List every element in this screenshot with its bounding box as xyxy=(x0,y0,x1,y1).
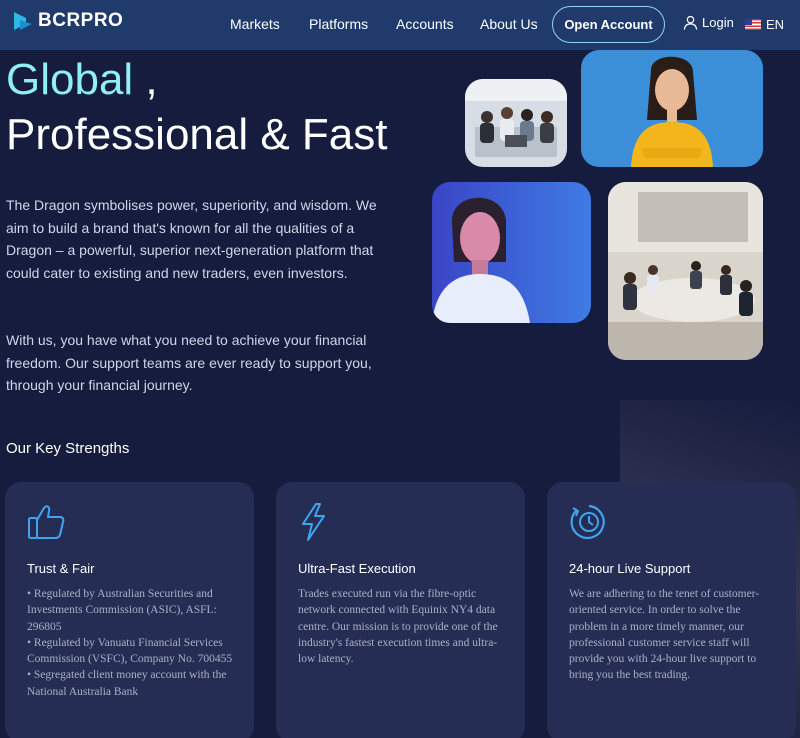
card-bullet: • Regulated by Vanuatu Financial Service… xyxy=(27,636,233,666)
hero-paragraph-1: The Dragon symbolises power, superiority… xyxy=(6,197,377,281)
hero-title-line1: Global , xyxy=(6,55,158,105)
card-body: • Regulated by Australian Securities and… xyxy=(27,586,237,700)
strength-card-trust: Trust & Fair • Regulated by Australian S… xyxy=(5,482,254,738)
us-flag-icon xyxy=(745,19,761,30)
card-bullet: • Segregated client money account with t… xyxy=(27,669,227,698)
nav-link-about-us[interactable]: About Us xyxy=(480,16,538,32)
login-label: Login xyxy=(702,15,734,30)
strength-card-execution: Ultra-Fast Execution Trades executed run… xyxy=(276,482,525,738)
brand-logo[interactable]: BCRPRO xyxy=(12,10,123,32)
card-body: We are adhering to the tenet of customer… xyxy=(569,586,779,684)
nav-link-markets[interactable]: Markets xyxy=(230,16,280,32)
card-text: We are adhering to the tenet of customer… xyxy=(569,588,760,682)
open-account-button[interactable]: Open Account xyxy=(552,6,665,43)
smiling-woman-photo xyxy=(581,50,763,167)
hero-title-comma: , xyxy=(133,55,158,104)
lightning-icon xyxy=(302,503,325,541)
hero-title-accent: Global xyxy=(6,55,134,104)
brand-logo-icon xyxy=(14,12,32,30)
card-bullet: • Regulated by Australian Securities and… xyxy=(27,588,217,633)
woman-portrait-photo xyxy=(432,182,591,323)
thumbs-up-icon xyxy=(28,505,65,539)
card-title: Trust & Fair xyxy=(27,561,95,576)
nav-link-platforms[interactable]: Platforms xyxy=(309,16,368,32)
conference-room-photo xyxy=(608,182,763,360)
card-title: 24-hour Live Support xyxy=(569,561,691,576)
top-navbar: BCRPRO Markets Platforms Accounts About … xyxy=(0,0,800,50)
section-title-key-strengths: Our Key Strengths xyxy=(6,440,130,457)
hero-title-line2: Professional & Fast xyxy=(6,110,388,159)
language-label: EN xyxy=(766,17,785,32)
clock-icon xyxy=(570,504,605,540)
team-meeting-photo xyxy=(465,79,567,167)
hero-paragraph-2: With us, you have what you need to achie… xyxy=(6,332,372,393)
brand-name: BCRPRO xyxy=(38,10,124,31)
nav-link-accounts[interactable]: Accounts xyxy=(396,16,454,32)
card-text: Trades executed run via the fibre-optic … xyxy=(298,588,498,666)
language-selector[interactable]: EN xyxy=(745,17,784,32)
card-title: Ultra-Fast Execution xyxy=(298,561,416,576)
card-body: Trades executed run via the fibre-optic … xyxy=(298,586,508,667)
strength-card-support: 24-hour Live Support We are adhering to … xyxy=(547,482,796,738)
login-link[interactable]: Login xyxy=(683,15,734,30)
user-icon xyxy=(683,15,698,30)
